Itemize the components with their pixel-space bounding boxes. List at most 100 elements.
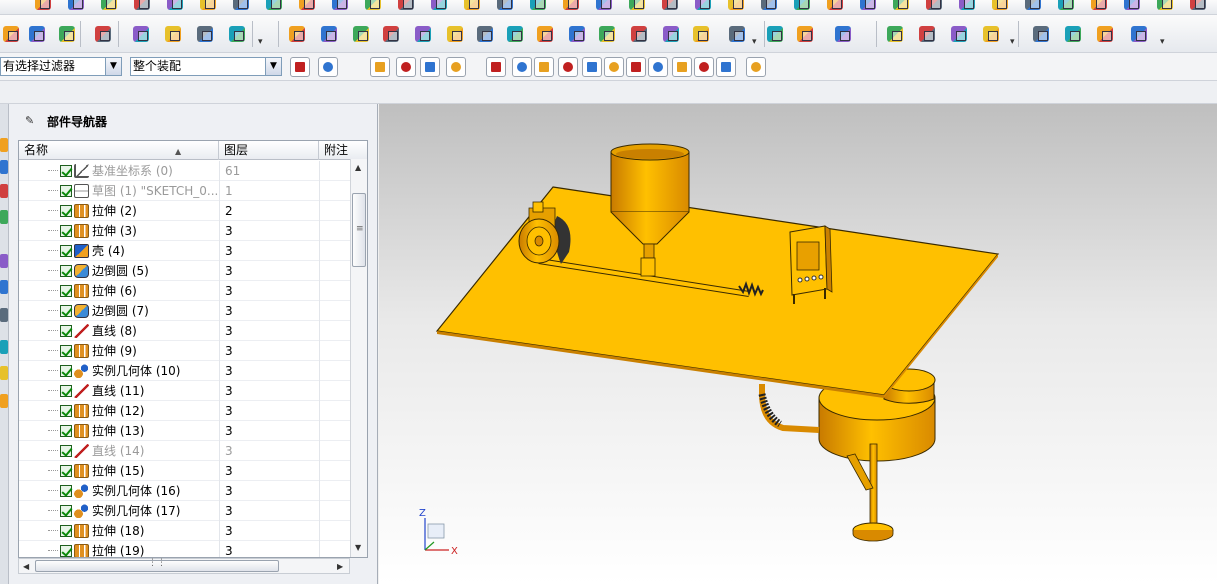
scroll-left-icon[interactable]: ◀ xyxy=(23,562,29,571)
resource-tab-icon[interactable] xyxy=(0,280,8,294)
assembly-scope-combo[interactable]: 整个装配 ▼ xyxy=(130,57,282,76)
visibility-checkbox[interactable] xyxy=(60,505,72,517)
material-icon[interactable] xyxy=(504,23,526,45)
measure-icon[interactable] xyxy=(444,23,466,45)
select-icon[interactable] xyxy=(318,57,338,77)
block-icon[interactable] xyxy=(296,0,318,13)
horizontal-scroll-thumb[interactable]: ⋮⋮ xyxy=(35,558,279,572)
visibility-checkbox[interactable] xyxy=(60,305,72,317)
chevron-down-icon[interactable]: ▾ xyxy=(1160,37,1165,47)
hole-icon[interactable] xyxy=(230,0,252,13)
tree-row[interactable]: 边倒圆 (7) 3 xyxy=(19,301,351,321)
tree-row[interactable]: 基准坐标系 (0) 61 xyxy=(19,161,351,181)
revolve-icon[interactable] xyxy=(725,0,747,13)
scroll-right-icon[interactable]: ▶ xyxy=(337,562,343,571)
boss-icon[interactable] xyxy=(791,0,813,13)
check-icon[interactable] xyxy=(660,23,682,45)
filter-icon[interactable] xyxy=(290,57,310,77)
resource-tab-icon[interactable] xyxy=(0,340,8,354)
cone-icon[interactable] xyxy=(98,0,120,13)
column-header-note[interactable]: 附注 xyxy=(319,141,367,160)
chevron-down-icon[interactable]: ▼ xyxy=(105,58,121,75)
tree-row[interactable]: 拉伸 (18) 3 xyxy=(19,521,351,541)
block-icon[interactable] xyxy=(824,0,846,13)
render-icon[interactable] xyxy=(286,23,308,45)
layer-icon[interactable] xyxy=(26,23,48,45)
sphere-icon[interactable] xyxy=(659,0,681,13)
filter-icon[interactable] xyxy=(716,57,736,77)
lower-hose[interactable] xyxy=(758,384,820,433)
shape-icon[interactable] xyxy=(980,23,1002,45)
visibility-checkbox[interactable] xyxy=(60,405,72,417)
tree-row[interactable]: 拉伸 (3) 3 xyxy=(19,221,351,241)
control-point-icon[interactable] xyxy=(512,57,532,77)
extrude-icon[interactable] xyxy=(164,0,186,13)
paint-icon[interactable] xyxy=(380,23,402,45)
stack-icon[interactable] xyxy=(884,23,906,45)
cylinder-icon[interactable] xyxy=(65,0,87,13)
visibility-checkbox[interactable] xyxy=(60,225,72,237)
resource-tab-icon[interactable] xyxy=(0,254,8,268)
sphere-icon[interactable] xyxy=(131,0,153,13)
scroll-up-icon[interactable]: ▲ xyxy=(355,163,361,172)
image-icon[interactable] xyxy=(596,23,618,45)
cylinder-icon[interactable] xyxy=(329,0,351,13)
note-icon[interactable] xyxy=(916,23,938,45)
stack-icon[interactable] xyxy=(56,23,78,45)
tree-row[interactable]: 拉伸 (6) 3 xyxy=(19,281,351,301)
extrude-icon[interactable] xyxy=(692,0,714,13)
tree-row[interactable]: 实例几何体 (10) 3 xyxy=(19,361,351,381)
curve-icon[interactable] xyxy=(1062,23,1084,45)
visibility-checkbox[interactable] xyxy=(60,465,72,477)
resource-tab-icon[interactable] xyxy=(0,366,8,380)
arc-center-icon[interactable] xyxy=(626,57,646,77)
center-icon[interactable] xyxy=(558,57,578,77)
pin-icon[interactable]: ✎ xyxy=(25,115,37,127)
dimension-icon[interactable] xyxy=(764,23,786,45)
resource-tab-icon[interactable] xyxy=(0,394,8,408)
resource-tab-icon[interactable] xyxy=(0,210,8,224)
sphere-icon[interactable] xyxy=(923,0,945,13)
cylinder-icon[interactable] xyxy=(593,0,615,13)
visibility-checkbox[interactable] xyxy=(60,325,72,337)
cube-icon[interactable] xyxy=(694,57,714,77)
chevron-down-icon[interactable]: ▼ xyxy=(265,58,281,75)
visibility-checkbox[interactable] xyxy=(60,165,72,177)
visibility-checkbox[interactable] xyxy=(60,485,72,497)
sphere-icon[interactable] xyxy=(1187,0,1209,13)
tree-row[interactable]: 拉伸 (13) 3 xyxy=(19,421,351,441)
quadrant-icon[interactable] xyxy=(582,57,602,77)
box-icon[interactable] xyxy=(534,23,556,45)
point-icon[interactable] xyxy=(370,57,390,77)
visibility-checkbox[interactable] xyxy=(60,525,72,537)
column-header-layer[interactable]: 图层 xyxy=(219,141,319,160)
hole-icon[interactable] xyxy=(1022,0,1044,13)
shape-icon[interactable] xyxy=(162,23,184,45)
camera-icon[interactable] xyxy=(318,23,340,45)
tree-vertical-scrollbar[interactable]: ▲ ≡ ▼ xyxy=(350,159,367,557)
resource-tab-icon[interactable] xyxy=(0,160,8,174)
view-icon[interactable] xyxy=(672,57,692,77)
visibility-checkbox[interactable] xyxy=(60,265,72,277)
surface-icon[interactable] xyxy=(350,23,372,45)
visibility-checkbox[interactable] xyxy=(60,285,72,297)
tree-horizontal-scrollbar[interactable]: ◀ ⋮⋮ ▶ xyxy=(18,558,350,574)
user-icon[interactable] xyxy=(474,23,496,45)
cone-icon[interactable] xyxy=(1154,0,1176,13)
table-icon[interactable] xyxy=(690,23,712,45)
cone-icon[interactable] xyxy=(626,0,648,13)
resource-tab-icon[interactable] xyxy=(0,138,8,152)
cylinder-icon[interactable] xyxy=(1121,0,1143,13)
move-icon[interactable] xyxy=(130,23,152,45)
visibility-checkbox[interactable] xyxy=(60,445,72,457)
snap-icon[interactable] xyxy=(396,57,416,77)
chevron-down-icon[interactable]: ▾ xyxy=(258,37,263,47)
render-icon[interactable] xyxy=(1094,23,1116,45)
shade-icon[interactable] xyxy=(566,23,588,45)
resource-tab-icon[interactable] xyxy=(0,184,8,198)
boss-icon[interactable] xyxy=(1055,0,1077,13)
visibility-checkbox[interactable] xyxy=(60,245,72,257)
curve-icon[interactable] xyxy=(226,23,248,45)
feature-tree[interactable]: 名称 ▲ 图层 附注 基准坐标系 (0) 61 草图 (1) "SKETCH_0..… xyxy=(18,140,368,558)
revolve-icon[interactable] xyxy=(197,0,219,13)
